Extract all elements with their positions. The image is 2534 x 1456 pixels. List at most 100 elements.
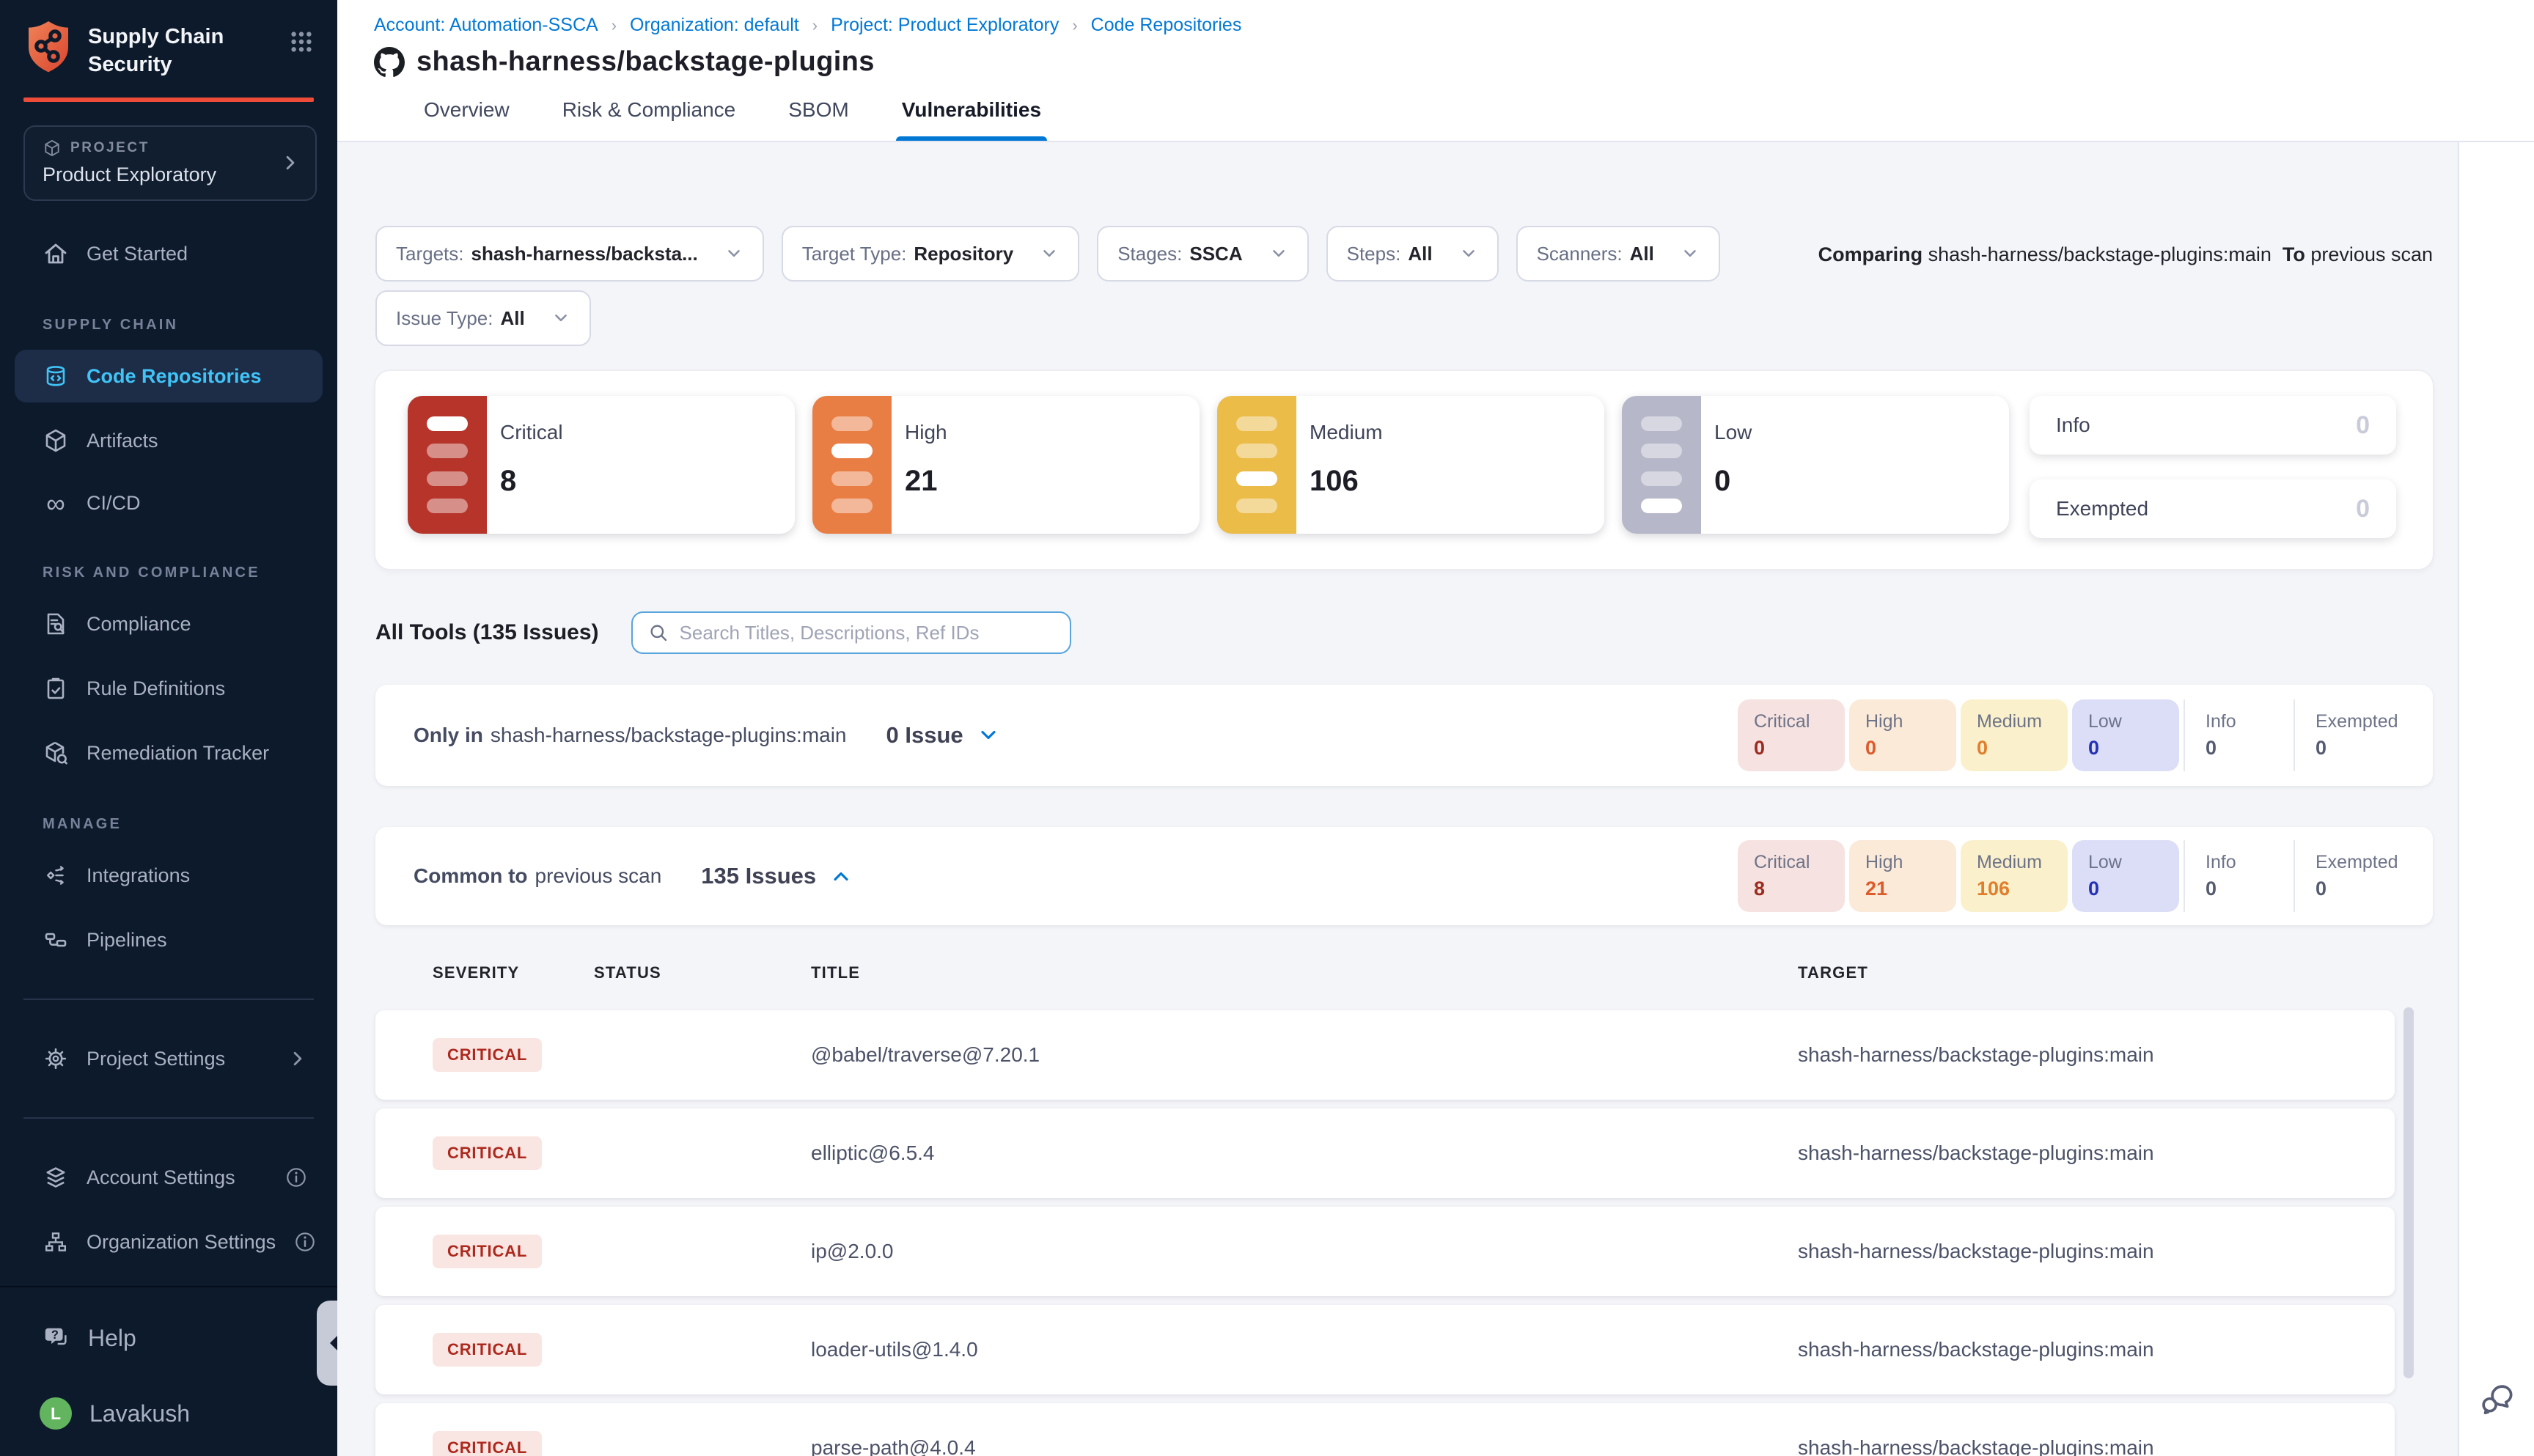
divider	[23, 999, 314, 1000]
sidebar-collapse-handle[interactable]	[317, 1301, 337, 1386]
app-title: Supply Chain Security	[88, 23, 289, 78]
sidebar: Supply Chain Security PROJECT Product Ex…	[0, 0, 337, 1456]
search-input[interactable]	[680, 622, 1055, 644]
filter-steps[interactable]: Steps:All	[1326, 226, 1499, 282]
user-menu[interactable]: L Lavakush	[15, 1397, 323, 1430]
severity-summary-panel: Critical 8 High 21	[375, 371, 2433, 569]
page-title: shash-harness/backstage-plugins	[416, 46, 875, 78]
sidebar-item-code-repositories[interactable]: Code Repositories	[15, 350, 323, 402]
table-row[interactable]: CRITICAL loader-utils@1.4.0 shash-harnes…	[375, 1305, 2395, 1394]
chat-bubbles-icon[interactable]	[2478, 1380, 2516, 1418]
chevron-separator-icon: ›	[1072, 16, 1077, 35]
comparing-status: Comparing shash-harness/backstage-plugin…	[1818, 243, 2433, 266]
vulnerabilities-content: Targets:shash-harness/backsta... Target …	[337, 142, 2458, 1456]
table-header: SEVERITY STATUS TITLE TARGET	[375, 963, 2433, 982]
sidebar-nav: Get Started SUPPLY CHAIN Code Repositori…	[0, 201, 337, 1286]
table-row[interactable]: CRITICAL ip@2.0.0 shash-harness/backstag…	[375, 1207, 2395, 1296]
filter-stages[interactable]: Stages:SSCA	[1097, 226, 1308, 282]
filter-scanners[interactable]: Scanners:All	[1516, 226, 1720, 282]
chevron-down-icon	[724, 244, 743, 263]
severity-badge: CRITICAL	[433, 1333, 542, 1367]
column-target: TARGET	[1798, 963, 2433, 982]
severity-badge: CRITICAL	[433, 1431, 542, 1456]
sidebar-section-manage: MANAGE	[43, 816, 337, 833]
sidebar-item-remediation-tracker[interactable]: Remediation Tracker	[15, 727, 323, 779]
chip-high: High0	[1849, 699, 1956, 771]
only-in-severity-chips: Critical0 High0 Medium0 Low0 Info0 Exemp…	[1738, 699, 2433, 771]
infinity-icon: ∞	[43, 493, 69, 514]
breadcrumb-project[interactable]: Project: Product Exploratory	[831, 15, 1059, 36]
layers-icon	[43, 1164, 69, 1191]
sidebar-item-get-started[interactable]: Get Started	[15, 227, 323, 280]
divider	[23, 1117, 314, 1119]
sidebar-header: Supply Chain Security	[0, 0, 337, 93]
sidebar-item-rule-definitions[interactable]: Rule Definitions	[15, 662, 323, 715]
exempted-count: 0	[2356, 495, 2370, 523]
sidebar-item-organization-settings[interactable]: Organization Settings	[15, 1216, 323, 1268]
issue-title: parse-path@4.0.4	[811, 1436, 1798, 1456]
tab-overview[interactable]: Overview	[424, 98, 510, 141]
expand-chevron-down-icon[interactable]	[977, 724, 1000, 747]
filter-issue-type[interactable]: Issue Type:All	[375, 290, 591, 346]
table-row[interactable]: CRITICAL @babel/traverse@7.20.1 shash-ha…	[375, 1010, 2395, 1100]
chevron-down-icon	[1269, 244, 1288, 263]
tab-bar: Overview Risk & Compliance SBOM Vulnerab…	[424, 98, 2534, 141]
issue-rows: CRITICAL @babel/traverse@7.20.1 shash-ha…	[375, 1010, 2433, 1456]
breadcrumb-organization[interactable]: Organization: default	[630, 15, 799, 36]
breadcrumb-code-repositories[interactable]: Code Repositories	[1091, 15, 1242, 36]
sidebar-item-account-settings[interactable]: Account Settings	[15, 1151, 323, 1204]
search-box	[631, 611, 1071, 654]
sidebar-item-project-settings[interactable]: Project Settings	[15, 1032, 323, 1085]
page-header: Account: Automation-SSCA › Organization:…	[337, 0, 2534, 142]
chip-info: Info0	[2184, 699, 2289, 771]
sidebar-item-cicd[interactable]: ∞ CI/CD	[15, 479, 323, 528]
org-hierarchy-icon	[43, 1229, 69, 1255]
code-repo-icon	[43, 363, 69, 389]
severity-card-low: Low 0	[1622, 396, 2009, 534]
breadcrumb-account[interactable]: Account: Automation-SSCA	[374, 15, 598, 36]
app-window: Supply Chain Security PROJECT Product Ex…	[0, 0, 2534, 1456]
clipboard-check-icon	[43, 675, 69, 702]
issue-target: shash-harness/backstage-plugins:main	[1798, 1043, 2395, 1067]
info-circle-icon	[293, 1230, 317, 1254]
triangle-left-icon	[323, 1336, 337, 1350]
table-row[interactable]: CRITICAL elliptic@6.5.4 shash-harness/ba…	[375, 1108, 2395, 1198]
help-chat-icon	[43, 1324, 70, 1352]
table-row[interactable]: CRITICAL parse-path@4.0.4 shash-harness/…	[375, 1403, 2395, 1456]
collapse-chevron-up-icon[interactable]	[829, 864, 853, 888]
chevron-down-icon	[551, 309, 570, 328]
search-icon	[647, 622, 669, 644]
module-switcher-icon[interactable]	[289, 29, 314, 54]
project-selector[interactable]: PROJECT Product Exploratory	[23, 125, 317, 201]
sidebar-item-pipelines[interactable]: Pipelines	[15, 913, 323, 966]
issue-title: loader-utils@1.4.0	[811, 1338, 1798, 1361]
chip-low: Low0	[2072, 699, 2179, 771]
tab-vulnerabilities[interactable]: Vulnerabilities	[902, 98, 1041, 141]
filter-targets[interactable]: Targets:shash-harness/backsta...	[375, 226, 764, 282]
tab-sbom[interactable]: SBOM	[788, 98, 848, 141]
sidebar-item-artifacts[interactable]: Artifacts	[15, 414, 323, 467]
medium-count: 106	[1310, 465, 1383, 498]
chip-exempted: Exempted0	[2294, 840, 2433, 912]
sidebar-footer: Help L Lavakush	[0, 1286, 337, 1456]
severity-card-critical: Critical 8	[408, 396, 795, 534]
issue-target: shash-harness/backstage-plugins:main	[1798, 1240, 2395, 1263]
sidebar-item-integrations[interactable]: Integrations	[15, 849, 323, 902]
sidebar-section-supply-chain: SUPPLY CHAIN	[43, 317, 337, 334]
group-only-in: Only in shash-harness/backstage-plugins:…	[375, 685, 2433, 786]
filter-target-type[interactable]: Target Type:Repository	[782, 226, 1079, 282]
chevron-right-icon	[280, 152, 301, 173]
chevron-right-icon	[287, 1048, 308, 1069]
tab-risk-compliance[interactable]: Risk & Compliance	[562, 98, 736, 141]
high-count: 21	[905, 465, 947, 498]
sidebar-item-compliance[interactable]: Compliance	[15, 598, 323, 650]
artifact-cube-icon	[43, 427, 69, 454]
table-scrollbar[interactable]	[2403, 1007, 2414, 1378]
group-common: Common to previous scan 135 Issues Criti…	[375, 827, 2433, 925]
chip-medium: Medium106	[1961, 840, 2068, 912]
chevron-down-icon	[1681, 244, 1700, 263]
sidebar-item-help[interactable]: Help	[15, 1311, 323, 1365]
chevron-down-icon	[1459, 244, 1478, 263]
pipeline-icon	[43, 927, 69, 953]
issue-title: @babel/traverse@7.20.1	[811, 1043, 1798, 1067]
